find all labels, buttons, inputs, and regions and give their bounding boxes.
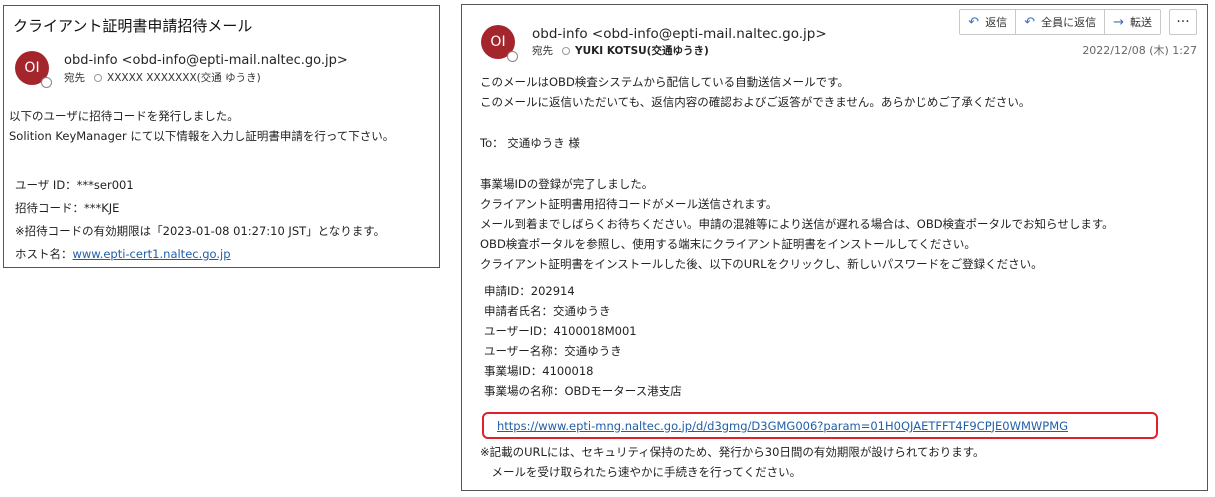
reply-all-button[interactable]: ↶ 全員に返信 xyxy=(1016,10,1106,34)
reply-button[interactable]: ↶ 返信 xyxy=(960,10,1017,34)
body-line: このメールに返信いただいても、返信内容の確認およびご返答ができません。あらかじめ… xyxy=(480,95,1031,109)
recipient-name[interactable]: XXXXX XXXXXXX(交通 ゆうき) xyxy=(107,70,261,85)
reply-all-icon: ↶ xyxy=(1024,14,1036,30)
message-toolbar: ↶ 返信 ↶ 全員に返信 → 転送 ··· xyxy=(959,9,1197,35)
sender-avatar[interactable]: OI xyxy=(15,51,52,88)
body-line: このメールはOBD検査システムから配信している自動送信メールです。 xyxy=(480,75,849,89)
detail-applicant-name: 申請者氏名：交通ゆうき xyxy=(484,304,611,318)
detail-host: ホスト名：www.epti-cert1.naltec.go.jp xyxy=(15,243,385,266)
detail-site-name: 事業場の名称：OBDモータース港支店 xyxy=(484,384,682,398)
body-line: 事業場IDの登録が完了しました。 xyxy=(480,177,654,191)
note-line: ※記載のURLには、セキュリティ保持のため、発行から30日間の有効期限が設けられ… xyxy=(480,445,985,459)
email-body: 以下のユーザに招待コードを発行しました。 Solition KeyManager… xyxy=(9,106,394,146)
highlighted-url-box: https://www.epti-mng.naltec.go.jp/d/d3gm… xyxy=(482,412,1158,439)
detail-user-id: ユーザーID：4100018M001 xyxy=(484,324,637,338)
body-line: クライアント証明書用招待コードがメール送信されます。 xyxy=(480,197,778,211)
reply-label: 返信 xyxy=(985,16,1008,29)
received-date: 2022/12/08 (木) 1:27 xyxy=(1082,44,1197,57)
right-email-panel: OI obd-info <obd-info@epti-mail.naltec.g… xyxy=(461,4,1208,491)
sender-address[interactable]: obd-info <obd-info@epti-mail.naltec.go.j… xyxy=(64,53,348,68)
detail-user-id: ユーザ ID：***ser001 xyxy=(15,178,134,192)
greeting: To： 交通ゆうき 様 xyxy=(480,133,580,153)
body-line: 以下のユーザに招待コードを発行しました。 xyxy=(9,109,239,123)
host-link[interactable]: www.epti-cert1.naltec.go.jp xyxy=(73,247,231,261)
recipient-name[interactable]: YUKI KOTSU(交通ゆうき) xyxy=(575,43,709,58)
body-line: Solition KeyManager にて以下情報を入力し証明書申請を行って下… xyxy=(9,129,395,143)
forward-icon: → xyxy=(1113,14,1124,30)
host-label: ホスト名： xyxy=(15,247,73,261)
body-line: OBD検査ポータルを参照し、使用する端末にクライアント証明書をインストールしてく… xyxy=(480,237,976,251)
reply-icon: ↶ xyxy=(968,14,980,30)
note-line: メールを受け取られたら速やかに手続きを行ってください。 xyxy=(480,465,802,479)
detail-site-id: 事業場ID：4100018 xyxy=(484,364,594,378)
password-registration-link[interactable]: https://www.epti-mng.naltec.go.jp/d/d3gm… xyxy=(497,419,1068,433)
more-actions-button[interactable]: ··· xyxy=(1169,9,1197,35)
detail-application-id: 申請ID：202914 xyxy=(484,284,575,298)
detail-expiry: ※招待コードの有効期限は「2023-01-08 01:27:10 JST」となり… xyxy=(15,224,386,238)
body-line: メール到着までしばらくお待ちください。申請の混雑等により送信が遅れる場合は、OB… xyxy=(480,217,1114,231)
greeting-line: To： 交通ゆうき 様 xyxy=(480,136,580,150)
to-label: 宛先 xyxy=(532,45,553,57)
presence-status-icon xyxy=(41,77,52,88)
auto-send-notice: このメールはOBD検査システムから配信している自動送信メールです。 このメールに… xyxy=(480,72,1030,112)
avatar-initials: OI xyxy=(24,60,40,76)
detail-user-name: ユーザー名称：交通ゆうき xyxy=(484,344,622,358)
more-icon: ··· xyxy=(1176,14,1190,30)
to-label: 宛先 xyxy=(64,72,85,84)
detail-invite-code: 招待コード：***KJE xyxy=(15,201,120,215)
invite-details: ユーザ ID：***ser001 招待コード：***KJE ※招待コードの有効期… xyxy=(15,174,385,266)
url-expiry-note: ※記載のURLには、セキュリティ保持のため、発行から30日間の有効期限が設けられ… xyxy=(480,442,985,482)
avatar-initials: OI xyxy=(490,34,506,50)
application-details: 申請ID：202914 申請者氏名：交通ゆうき ユーザーID：4100018M0… xyxy=(484,281,682,401)
email-body: 事業場IDの登録が完了しました。 クライアント証明書用招待コードがメール送信され… xyxy=(480,174,1114,274)
email-subject: クライアント証明書申請招待メール xyxy=(13,17,253,35)
recipient-presence-icon xyxy=(94,73,102,82)
reply-button-group: ↶ 返信 ↶ 全員に返信 → 転送 xyxy=(959,9,1161,35)
sender-avatar[interactable]: OI xyxy=(481,25,518,62)
reply-all-label: 全員に返信 xyxy=(1041,16,1097,29)
recipient-line: 宛先 XXXXX XXXXXXX(交通 ゆうき) xyxy=(64,70,261,85)
sender-address[interactable]: obd-info <obd-info@epti-mail.naltec.go.j… xyxy=(532,26,827,42)
body-line: クライアント証明書をインストールした後、以下のURLをクリックし、新しいパスワー… xyxy=(480,257,1043,271)
recipient-line: 宛先 YUKI KOTSU(交通ゆうき) xyxy=(532,43,709,58)
recipient-presence-icon xyxy=(562,46,570,55)
left-email-panel: クライアント証明書申請招待メール OI obd-info <obd-info@e… xyxy=(3,5,440,268)
forward-button[interactable]: → 転送 xyxy=(1105,10,1160,34)
forward-label: 転送 xyxy=(1130,16,1152,29)
presence-status-icon xyxy=(507,51,518,62)
